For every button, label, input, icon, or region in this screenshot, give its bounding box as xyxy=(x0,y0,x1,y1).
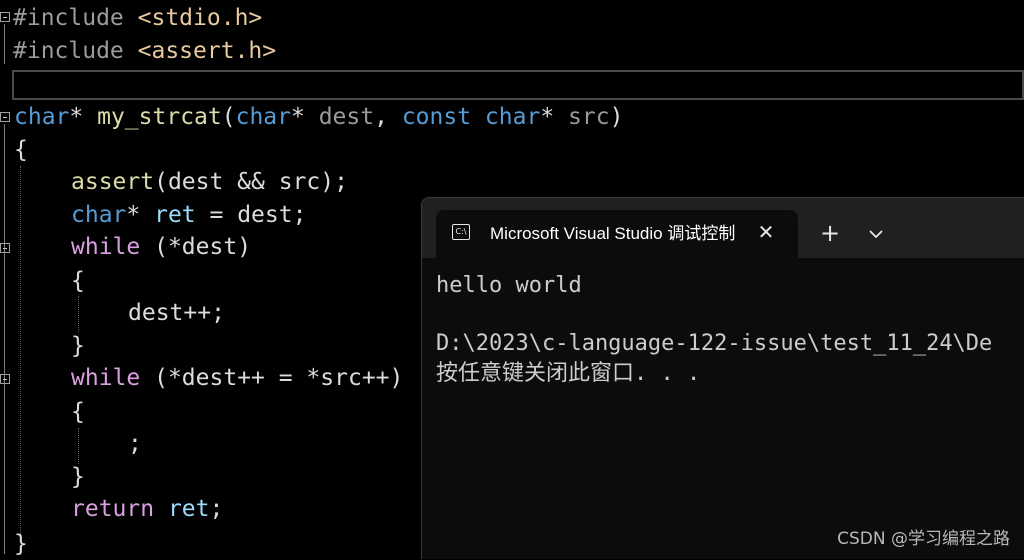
variable-name: ret xyxy=(154,202,196,228)
code-line: } xyxy=(71,330,85,362)
chevron-down-icon[interactable] xyxy=(864,222,888,246)
parameter-name: src xyxy=(568,104,610,130)
preprocessor-directive: #include xyxy=(13,38,124,64)
watermark: CSDN @学习编程之路 xyxy=(837,529,1010,549)
comma: , xyxy=(374,104,388,130)
pointer-star: * xyxy=(540,104,555,130)
fold-toggle-icon[interactable] xyxy=(0,374,10,384)
preprocessor-directive: #include xyxy=(13,5,124,31)
brace-close: } xyxy=(14,531,28,557)
code-line: #include <stdio.h> xyxy=(13,2,262,34)
header-name: <stdio.h> xyxy=(137,5,263,31)
variable-name: ret xyxy=(167,496,210,522)
header-name: <assert.h> xyxy=(137,38,277,64)
debug-console-window[interactable]: C:\ Microsoft Visual Studio 调试控制台 ✕ + he… xyxy=(421,197,1024,559)
code-line: while (*dest++ = *src++) xyxy=(71,362,403,394)
statement: dest++; xyxy=(128,300,225,326)
console-output-line: 按任意键关闭此窗口. . . xyxy=(436,361,701,386)
while-keyword: while xyxy=(71,365,141,391)
brace-open: { xyxy=(14,137,28,163)
current-line-highlight xyxy=(12,70,1024,100)
condition: (*dest) xyxy=(154,234,252,260)
paren-open: ( xyxy=(221,104,236,130)
brace-close: } xyxy=(71,333,85,359)
type-keyword: char xyxy=(484,104,541,130)
indent-guide xyxy=(78,296,79,332)
call-args: (dest && src); xyxy=(154,169,348,195)
const-keyword: const xyxy=(401,104,472,130)
statement: ; xyxy=(128,431,142,457)
fold-line xyxy=(4,124,5,554)
assignment: = dest; xyxy=(195,202,307,228)
code-line: { xyxy=(71,396,85,428)
tab-debug-console[interactable]: C:\ Microsoft Visual Studio 调试控制台 ✕ xyxy=(436,210,798,258)
tab-title: Microsoft Visual Studio 调试控制台 xyxy=(490,224,736,243)
type-keyword: char xyxy=(71,202,127,228)
code-line: dest++; xyxy=(128,297,225,329)
code-line: #include <assert.h> xyxy=(13,35,276,67)
pointer-star: * xyxy=(126,202,141,228)
close-icon[interactable]: ✕ xyxy=(754,220,778,244)
indent-guide xyxy=(20,166,21,536)
code-line: ; xyxy=(128,428,142,460)
fold-line xyxy=(4,24,5,64)
fold-toggle-icon[interactable] xyxy=(0,12,10,22)
type-keyword: char xyxy=(14,104,70,130)
while-keyword: while xyxy=(71,234,141,260)
brace-open: { xyxy=(71,268,85,294)
paren-close: ) xyxy=(609,104,624,130)
function-name: my_strcat xyxy=(97,104,222,130)
console-output-line: hello world xyxy=(436,273,582,298)
code-line: char* my_strcat(char* dest, const char* … xyxy=(14,101,623,133)
indent-guide xyxy=(78,428,79,464)
type-keyword: char xyxy=(235,104,291,130)
code-line: } xyxy=(71,461,85,493)
code-line: return ret; xyxy=(71,493,223,525)
fold-toggle-icon[interactable] xyxy=(0,243,10,253)
pointer-star: * xyxy=(290,104,305,130)
code-line: } xyxy=(14,528,28,560)
condition: (*dest++ = *src++) xyxy=(154,365,404,391)
terminal-icon: C:\ xyxy=(452,224,470,240)
semicolon: ; xyxy=(209,496,224,522)
fold-toggle-icon[interactable] xyxy=(0,112,10,122)
function-call: assert xyxy=(71,169,155,195)
brace-open: { xyxy=(71,399,85,425)
code-line: assert(dest && src); xyxy=(71,166,348,198)
parameter-name: dest xyxy=(318,104,375,130)
code-line: while (*dest) xyxy=(71,231,251,263)
code-line: char* ret = dest; xyxy=(71,199,306,231)
code-line: { xyxy=(14,134,28,166)
pointer-star: * xyxy=(69,104,84,130)
code-line: { xyxy=(71,265,85,297)
tab-bar: C:\ Microsoft Visual Studio 调试控制台 ✕ + xyxy=(422,198,1024,258)
new-tab-button[interactable]: + xyxy=(818,220,842,248)
console-output-line: D:\2023\c-language-122-issue\test_11_24\… xyxy=(436,331,993,356)
return-keyword: return xyxy=(71,496,155,522)
brace-close: } xyxy=(71,464,85,490)
